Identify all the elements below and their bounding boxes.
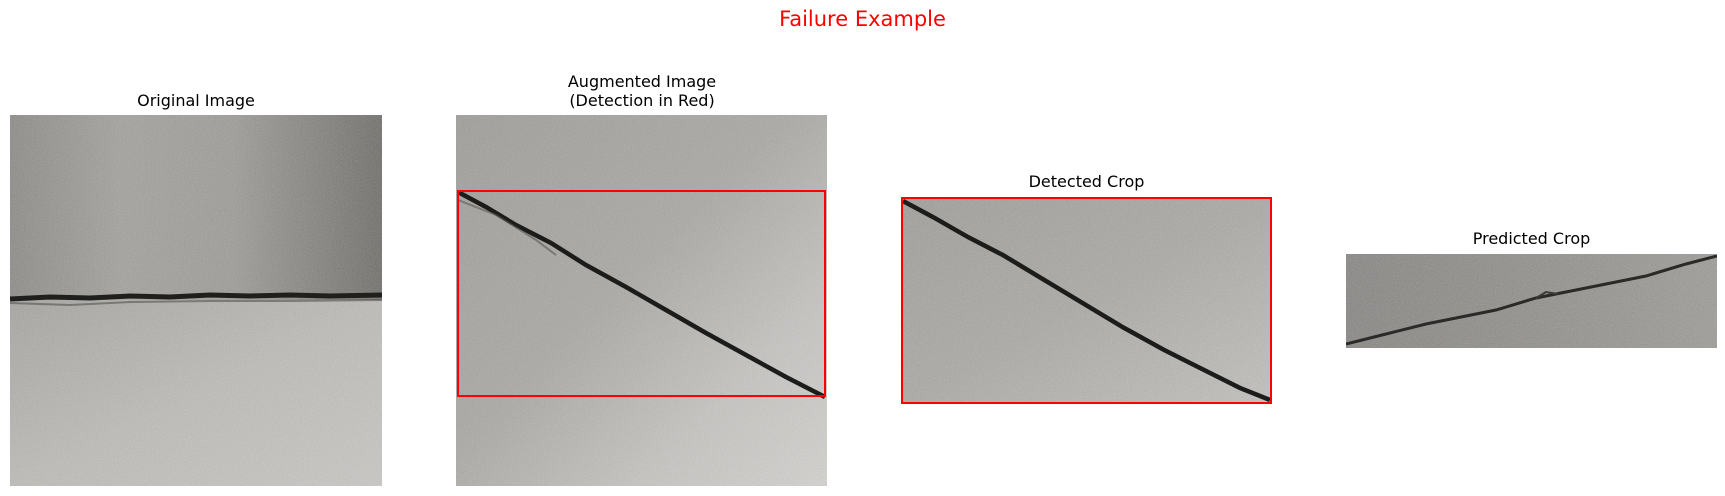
figure-suptitle: Failure Example	[779, 7, 946, 31]
panel-title-augmented: Augmented Image (Detection in Red)	[456, 72, 828, 110]
panel-title-predicted-crop: Predicted Crop	[1472, 229, 1591, 248]
panel-title-augmented-line1: Augmented Image	[567, 72, 717, 91]
panel-title-original: Original Image	[137, 91, 255, 110]
panel-title-detected-crop: Detected Crop	[1028, 172, 1145, 191]
panel-title-augmented-line2: (Detection in Red)	[569, 91, 715, 110]
predicted-crop-image	[1346, 254, 1717, 348]
detected-crop-image	[901, 197, 1272, 404]
detection-box	[457, 190, 826, 397]
original-image	[10, 115, 382, 486]
